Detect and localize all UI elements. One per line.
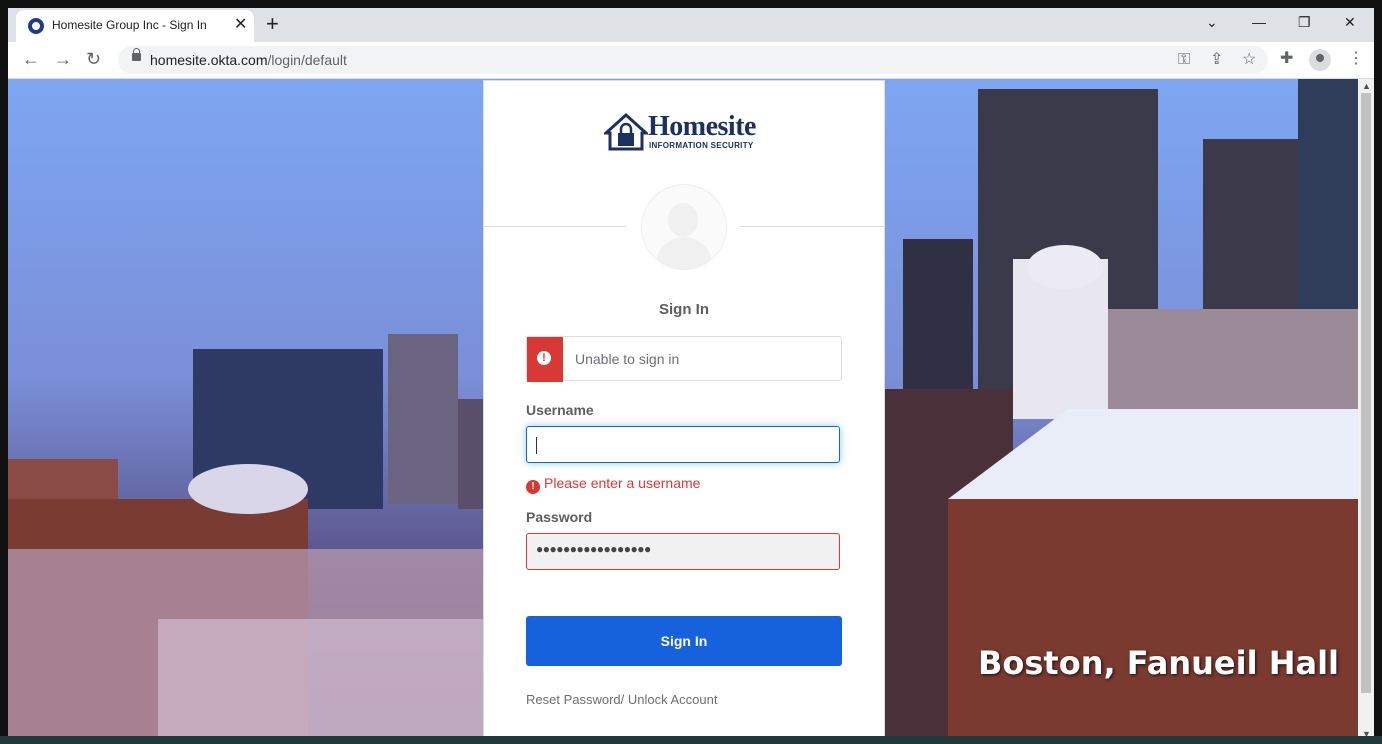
minimize-button[interactable]: — <box>1252 14 1266 30</box>
username-error: ! Please enter a username <box>526 475 700 494</box>
extensions-puzzle-icon[interactable]: ✚ <box>1280 50 1293 68</box>
scroll-thumb[interactable] <box>1361 93 1371 693</box>
url-path: /login/default <box>267 52 347 68</box>
logo-tagline: INFORMATION SECURITY <box>649 141 754 150</box>
browser-toolbar: ← → ↻ homesite.okta.com/login/default ⚿ … <box>8 42 1374 79</box>
url-text[interactable]: homesite.okta.com/login/default <box>150 52 347 68</box>
username-error-text: Please enter a username <box>544 475 701 491</box>
error-banner: ! Unable to sign in <box>526 336 842 382</box>
scroll-up-arrow-icon[interactable]: ▲ <box>1362 81 1371 91</box>
login-page: Boston, Fanueil Hall Homesite INFORMATIO… <box>8 79 1358 744</box>
header-divider-right <box>740 226 884 227</box>
tab-strip: Homesite Group Inc - Sign In ✕ + ⌄ — ❐ ✕ <box>8 8 1374 42</box>
browser-window: Homesite Group Inc - Sign In ✕ + ⌄ — ❐ ✕… <box>8 8 1374 744</box>
lock-icon[interactable] <box>132 48 141 61</box>
password-label: Password <box>526 509 593 525</box>
address-bar[interactable]: homesite.okta.com/login/default ⚿ ⇪ ☆ <box>118 46 1268 74</box>
menu-kebab-icon[interactable]: ⋮ <box>1348 50 1364 68</box>
close-window-button[interactable]: ✕ <box>1344 14 1356 31</box>
username-input[interactable] <box>526 426 840 463</box>
tab-title: Homesite Group Inc - Sign In <box>52 18 207 32</box>
password-value: ●●●●●●●●●●●●●●●●● <box>536 542 651 556</box>
login-card: Homesite INFORMATION SECURITY Sign In ! … <box>483 80 885 744</box>
tab-search-icon[interactable]: ⌄ <box>1206 14 1218 31</box>
error-icon: ! <box>537 351 551 365</box>
restore-button[interactable]: ❐ <box>1298 14 1311 31</box>
location-caption: Boston, Fanueil Hall <box>978 644 1340 682</box>
house-lock-icon <box>604 113 648 151</box>
forward-arrow-icon[interactable]: → <box>54 50 72 68</box>
password-input[interactable]: ●●●●●●●●●●●●●●●●● <box>526 533 840 570</box>
share-icon[interactable]: ⇪ <box>1210 51 1223 69</box>
header-divider-left <box>484 226 626 227</box>
tab-close-icon[interactable]: ✕ <box>234 16 247 34</box>
username-label: Username <box>526 402 594 418</box>
error-banner-stripe: ! <box>527 337 563 382</box>
okta-favicon-icon <box>28 18 44 34</box>
page-scrollbar[interactable]: ▲ ▼ <box>1358 79 1374 744</box>
os-taskbar <box>0 736 1382 744</box>
reset-password-link[interactable]: Reset Password/ Unlock Account <box>526 692 717 707</box>
new-tab-button[interactable]: + <box>266 12 279 36</box>
error-banner-message: Unable to sign in <box>575 351 680 367</box>
field-error-icon: ! <box>526 480 540 494</box>
url-host: homesite.okta.com <box>150 52 268 68</box>
profile-avatar-icon[interactable] <box>1309 49 1331 71</box>
signin-button[interactable]: Sign In <box>526 616 842 666</box>
user-avatar-placeholder-icon <box>641 184 727 270</box>
reload-icon[interactable]: ↻ <box>86 50 101 68</box>
browser-tab[interactable]: Homesite Group Inc - Sign In ✕ <box>16 10 254 42</box>
bookmark-star-icon[interactable]: ☆ <box>1242 51 1256 69</box>
logo-wordmark: Homesite <box>648 111 756 142</box>
signin-heading: Sign In <box>659 301 709 318</box>
back-arrow-icon[interactable]: ← <box>22 50 40 68</box>
text-caret <box>536 437 537 454</box>
key-icon[interactable]: ⚿ <box>1178 51 1190 69</box>
